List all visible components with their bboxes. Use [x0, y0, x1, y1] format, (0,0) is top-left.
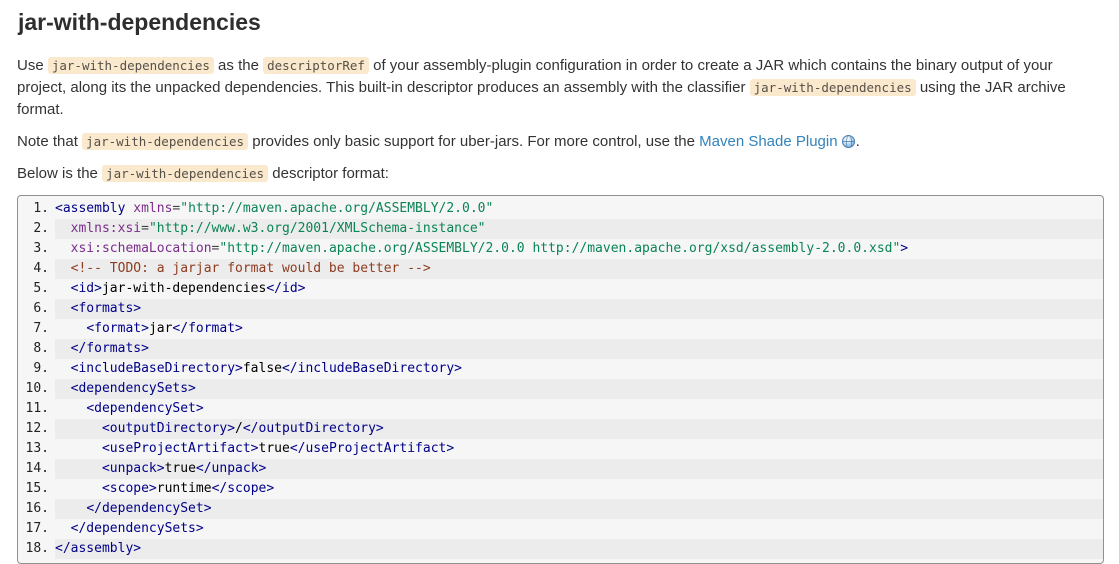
line-number: 6. [18, 299, 55, 319]
code-line: 8. </formats> [18, 339, 1103, 359]
code-text: </dependencySet> [55, 499, 1103, 519]
note-paragraph: Note that jar-with-dependencies provides… [17, 131, 1104, 153]
maven-shade-plugin-link[interactable]: Maven Shade Plugin [699, 133, 837, 150]
line-number: 11. [18, 399, 55, 419]
code-text: <assembly xmlns="http://maven.apache.org… [55, 199, 1103, 219]
line-number: 13. [18, 439, 55, 459]
line-number: 1. [18, 199, 55, 219]
line-number: 5. [18, 279, 55, 299]
code-text: </formats> [55, 339, 1103, 359]
code-text: <formats> [55, 299, 1103, 319]
inline-code: jar-with-dependencies [82, 133, 248, 150]
intro-paragraph: Use jar-with-dependencies as the descrip… [17, 55, 1104, 121]
line-number: 3. [18, 239, 55, 259]
line-number: 8. [18, 339, 55, 359]
code-text: <dependencySets> [55, 379, 1103, 399]
code-text: <id>jar-with-dependencies</id> [55, 279, 1103, 299]
below-paragraph: Below is the jar-with-dependencies descr… [17, 163, 1104, 185]
code-line: 2. xmlns:xsi="http://www.w3.org/2001/XML… [18, 219, 1103, 239]
code-line: 4. <!-- TODO: a jarjar format would be b… [18, 259, 1103, 279]
code-text: </assembly> [55, 539, 1103, 559]
code-line: 12. <outputDirectory>/</outputDirectory> [18, 419, 1103, 439]
code-line: 3. xsi:schemaLocation="http://maven.apac… [18, 239, 1103, 259]
code-text: </dependencySets> [55, 519, 1103, 539]
code-text: <useProjectArtifact>true</useProjectArti… [55, 439, 1103, 459]
doc-content: jar-with-dependencies Use jar-with-depen… [0, 8, 1119, 564]
line-number: 9. [18, 359, 55, 379]
inline-code: jar-with-dependencies [102, 165, 268, 182]
line-number: 4. [18, 259, 55, 279]
code-line: 9. <includeBaseDirectory>false</includeB… [18, 359, 1103, 379]
line-number: 7. [18, 319, 55, 339]
code-text: <includeBaseDirectory>false</includeBase… [55, 359, 1103, 379]
code-line: 15. <scope>runtime</scope> [18, 479, 1103, 499]
line-number: 17. [18, 519, 55, 539]
line-number: 2. [18, 219, 55, 239]
line-number: 10. [18, 379, 55, 399]
code-line: 14. <unpack>true</unpack> [18, 459, 1103, 479]
line-number: 15. [18, 479, 55, 499]
line-number: 18. [18, 539, 55, 559]
line-number: 16. [18, 499, 55, 519]
code-line: 17. </dependencySets> [18, 519, 1103, 539]
code-text: <scope>runtime</scope> [55, 479, 1103, 499]
code-line: 16. </dependencySet> [18, 499, 1103, 519]
code-line: 7. <format>jar</format> [18, 319, 1103, 339]
code-line: 1.<assembly xmlns="http://maven.apache.o… [18, 199, 1103, 219]
code-text: <dependencySet> [55, 399, 1103, 419]
line-number: 14. [18, 459, 55, 479]
code-line: 5. <id>jar-with-dependencies</id> [18, 279, 1103, 299]
line-number: 12. [18, 419, 55, 439]
code-text: xmlns:xsi="http://www.w3.org/2001/XMLSch… [55, 219, 1103, 239]
code-text: <format>jar</format> [55, 319, 1103, 339]
code-line: 10. <dependencySets> [18, 379, 1103, 399]
descriptor-code-block: 1.<assembly xmlns="http://maven.apache.o… [17, 195, 1104, 564]
code-text: <outputDirectory>/</outputDirectory> [55, 419, 1103, 439]
code-line: 11. <dependencySet> [18, 399, 1103, 419]
code-text: <!-- TODO: a jarjar format would be bett… [55, 259, 1103, 279]
code-line: 13. <useProjectArtifact>true</useProject… [18, 439, 1103, 459]
code-text: xsi:schemaLocation="http://maven.apache.… [55, 239, 1103, 259]
inline-code: descriptorRef [263, 57, 369, 74]
inline-code: jar-with-dependencies [48, 57, 214, 74]
code-text: <unpack>true</unpack> [55, 459, 1103, 479]
page-title: jar-with-dependencies [18, 8, 1104, 36]
code-line: 18.</assembly> [18, 539, 1103, 559]
inline-code: jar-with-dependencies [750, 79, 916, 96]
external-link-globe-icon [842, 135, 855, 148]
code-line: 6. <formats> [18, 299, 1103, 319]
